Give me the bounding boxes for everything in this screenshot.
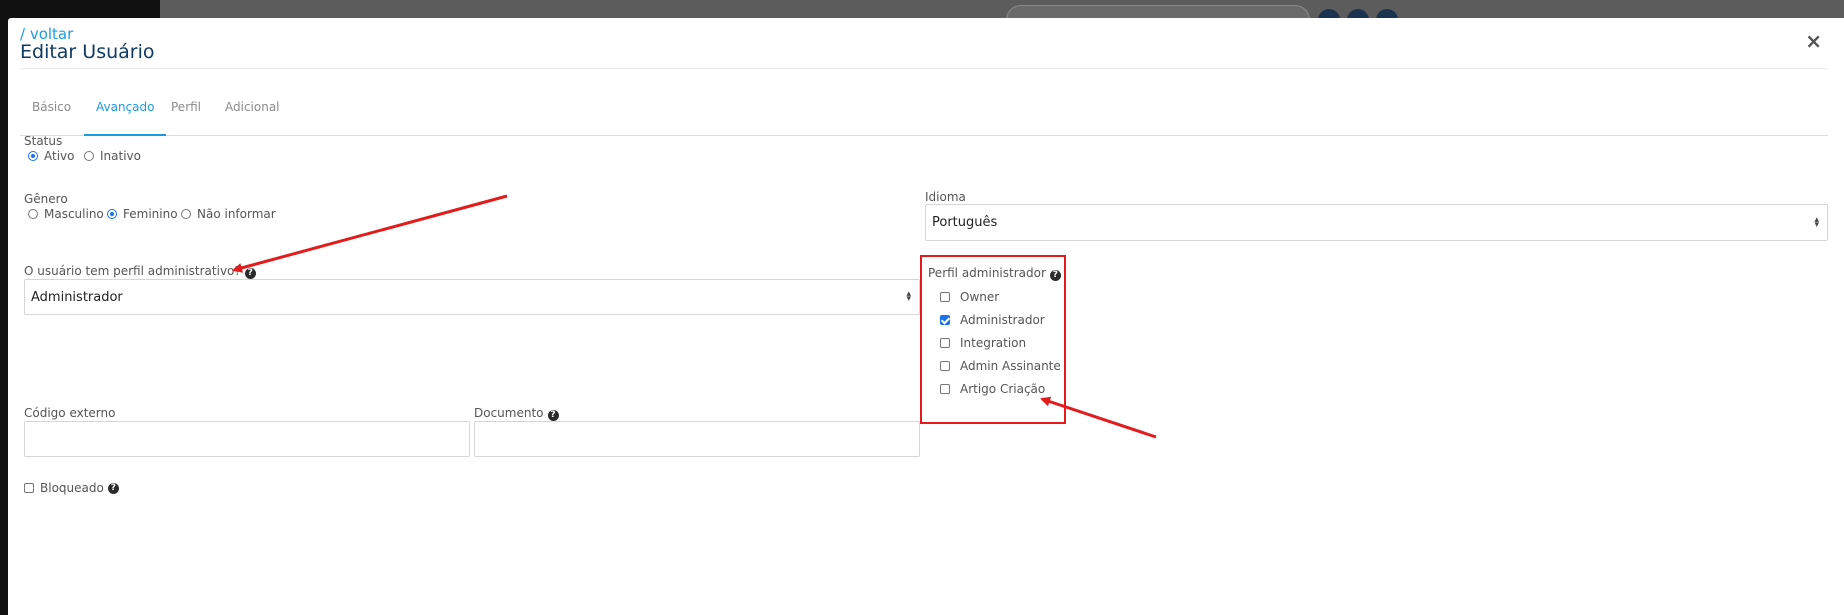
status-option-label: Ativo — [44, 149, 75, 163]
documento-input[interactable] — [474, 421, 920, 457]
help-icon[interactable]: ? — [244, 268, 256, 279]
codigo-externo-input[interactable] — [24, 421, 470, 457]
tab-perfil[interactable]: Perfil — [159, 88, 213, 136]
close-icon[interactable]: × — [1805, 29, 1822, 53]
select-caret-icon: ▴ ▾ — [906, 289, 911, 304]
genero-label: Gênero — [24, 192, 68, 206]
genero-option-feminino[interactable]: Feminino — [107, 207, 178, 221]
help-icon[interactable]: ? — [107, 482, 119, 494]
perfil-administrativo-value: Administrador — [31, 289, 123, 305]
codigo-externo-label: Código externo — [24, 406, 116, 420]
idioma-value: Português — [932, 215, 998, 230]
idioma-select[interactable]: Português ▴ ▾ — [925, 204, 1828, 241]
perfil-administrativo-label: O usuário tem perfil administrativo?? — [24, 264, 256, 279]
genero-option-nao-informar[interactable]: Não informar — [181, 207, 276, 221]
radio-inativo[interactable] — [84, 151, 94, 161]
background-header — [160, 0, 1844, 20]
annotation-highlight-box — [920, 255, 1066, 424]
documento-label-text: Documento — [474, 406, 544, 420]
perfil-administrativo-select[interactable]: Administrador ▴ ▾ — [24, 279, 920, 315]
header-divider — [20, 68, 1828, 69]
radio-ativo[interactable] — [28, 151, 38, 161]
status-option-label: Inativo — [100, 149, 141, 163]
status-option-ativo[interactable]: Ativo — [28, 149, 74, 163]
status-option-inativo[interactable]: Inativo — [84, 149, 141, 163]
radio-feminino[interactable] — [107, 209, 117, 219]
genero-option-label: Feminino — [123, 207, 178, 221]
status-label: Status — [24, 134, 63, 148]
genero-option-masculino[interactable]: Masculino — [28, 207, 104, 221]
checkbox-label: Bloqueado — [40, 481, 104, 495]
tab-basico[interactable]: Básico — [20, 88, 83, 136]
perfil-administrativo-label-text: O usuário tem perfil administrativo? — [24, 264, 241, 278]
tab-bar: Básico Avançado Perfil Adicional — [20, 88, 1828, 136]
documento-label: Documento? — [474, 406, 559, 421]
idioma-label: Idioma — [925, 190, 966, 204]
checkbox-bloqueado[interactable]: Bloqueado? — [24, 481, 119, 495]
radio-masculino[interactable] — [28, 209, 38, 219]
select-caret-icon: ▴ ▾ — [1814, 214, 1819, 230]
checkbox-box[interactable] — [24, 483, 34, 493]
genero-option-label: Não informar — [197, 207, 276, 221]
radio-nao-informar[interactable] — [181, 209, 191, 219]
tab-avancado[interactable]: Avançado — [84, 88, 167, 136]
modal-title: Editar Usuário — [20, 41, 155, 63]
tab-adicional[interactable]: Adicional — [213, 88, 292, 136]
genero-option-label: Masculino — [44, 207, 104, 221]
help-icon[interactable]: ? — [547, 410, 559, 421]
